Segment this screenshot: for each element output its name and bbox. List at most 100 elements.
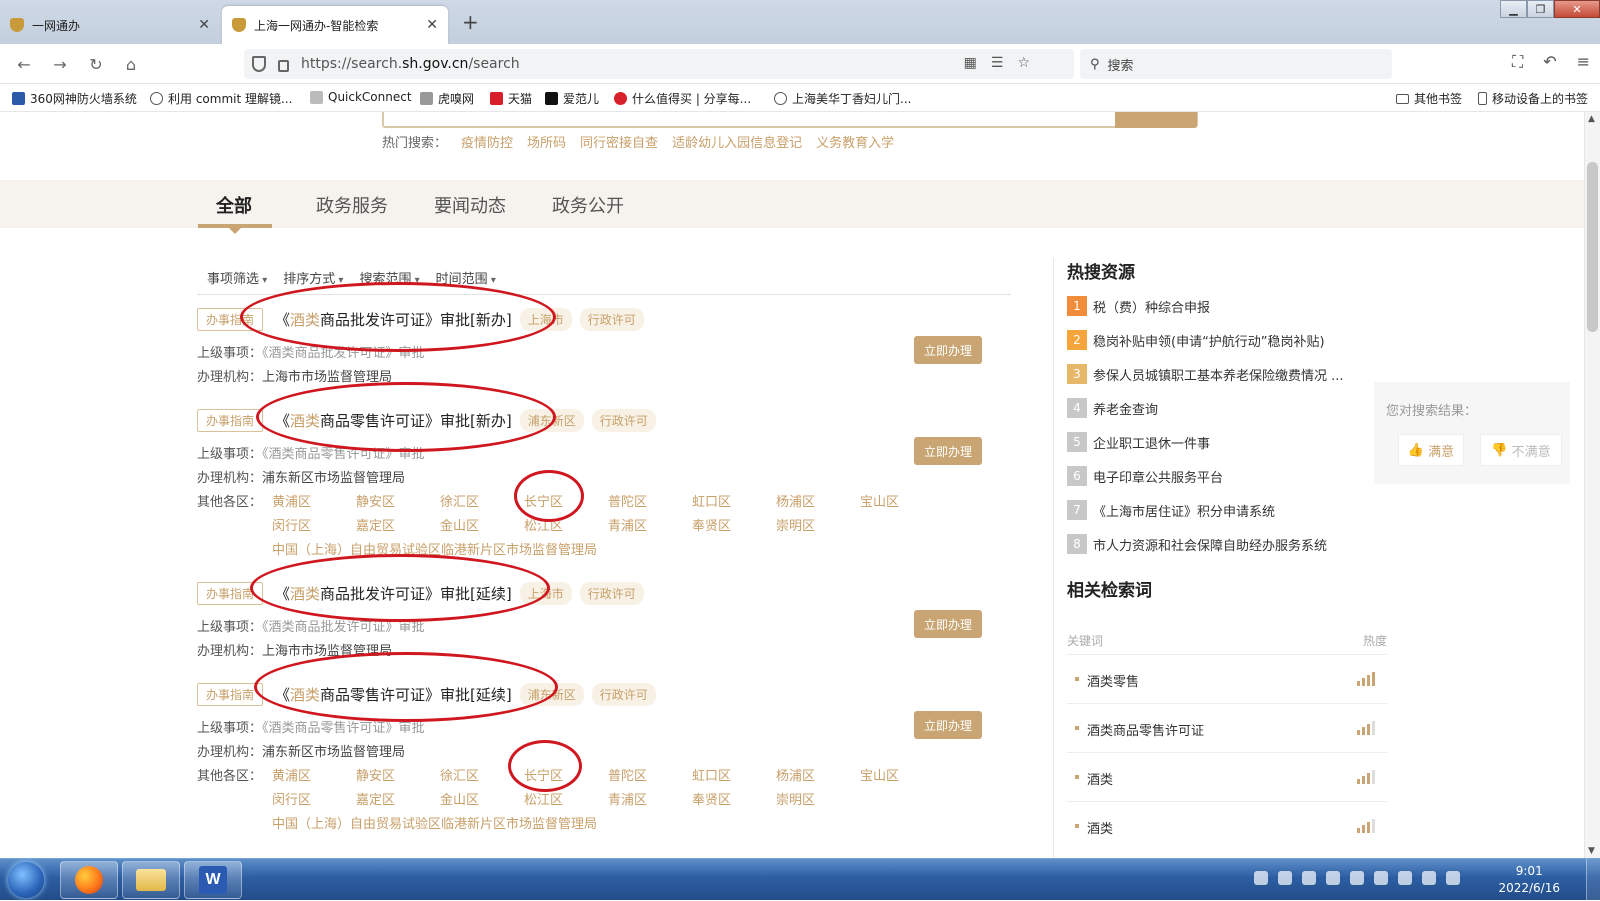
district-link[interactable]: 宝山区: [860, 491, 899, 510]
bookmark-item[interactable]: QuickConnect: [310, 90, 412, 104]
apply-now-button[interactable]: 立即办理: [914, 437, 982, 465]
region-tag[interactable]: 上海市: [519, 307, 572, 331]
filter-time[interactable]: 时间范围: [436, 268, 496, 287]
district-link[interactable]: 杨浦区: [776, 765, 815, 784]
bookmark-item[interactable]: 360网神防火墙系统: [12, 90, 137, 107]
type-tag[interactable]: 行政许可: [579, 581, 644, 605]
tray-icon[interactable]: [1398, 871, 1412, 885]
satisfied-button[interactable]: 👍 满意: [1398, 434, 1464, 466]
start-button[interactable]: [8, 862, 44, 898]
hot-resource-item[interactable]: 3 参保人员城镇职工基本养老保险缴费情况 ...: [1067, 364, 1344, 384]
page-scrollbar[interactable]: ▲ ▼: [1584, 112, 1600, 858]
district-link[interactable]: 崇明区: [776, 515, 815, 534]
lock-icon[interactable]: [278, 60, 289, 72]
hot-resource-item[interactable]: 2 稳岗补贴申领(申请“护航行动”稳岗补贴): [1067, 330, 1325, 350]
taskbar-word[interactable]: W: [184, 861, 242, 899]
district-link[interactable]: 静安区: [356, 491, 395, 510]
filter-item-type[interactable]: 事项筛选: [207, 268, 267, 287]
tray-icon[interactable]: [1278, 871, 1292, 885]
hot-keyword[interactable]: 适龄幼儿入园信息登记: [672, 132, 802, 151]
filter-sort[interactable]: 排序方式: [283, 268, 343, 287]
district-link[interactable]: 闵行区: [272, 789, 311, 808]
district-link-lingang[interactable]: 中国（上海）自由贸易试验区临港新片区市场监督管理局: [272, 539, 597, 558]
bookmark-item[interactable]: 什么值得买 | 分享每...: [614, 90, 751, 107]
district-link[interactable]: 宝山区: [860, 765, 899, 784]
region-tag[interactable]: 浦东新区: [519, 682, 584, 706]
bookmark-item[interactable]: 天猫: [490, 90, 532, 107]
related-term[interactable]: 酒类: [1087, 769, 1113, 788]
related-term-row[interactable]: 酒类: [1067, 752, 1387, 801]
filter-scope[interactable]: 搜索范围: [359, 268, 419, 287]
hot-keyword[interactable]: 同行密接自查: [580, 132, 658, 151]
other-bookmarks[interactable]: 其他书签: [1396, 90, 1462, 107]
hot-resource-item[interactable]: 6 电子印章公共服务平台: [1067, 466, 1223, 486]
back-icon[interactable]: ←: [12, 52, 36, 76]
window-close-icon[interactable]: ✕: [1554, 0, 1600, 18]
related-term-row[interactable]: 酒类: [1067, 801, 1387, 850]
tracking-shield-icon[interactable]: [252, 56, 266, 72]
region-tag[interactable]: 上海市: [519, 581, 572, 605]
tab-gov-services[interactable]: 政务服务: [316, 192, 388, 218]
result-title[interactable]: 《酒类商品批发许可证》审批[新办]: [275, 309, 512, 330]
district-link[interactable]: 长宁区: [524, 491, 563, 510]
district-link[interactable]: 徐汇区: [440, 765, 479, 784]
tab-close-icon[interactable]: ✕: [198, 17, 210, 33]
bookmark-item[interactable]: 虎嗅网: [420, 90, 474, 107]
browser-tab-2-active[interactable]: 上海一网通办-智能检索 ✕: [222, 6, 448, 44]
district-link[interactable]: 嘉定区: [356, 515, 395, 534]
url-text[interactable]: https://search.sh.gov.cn/search: [301, 56, 520, 72]
scroll-down-icon[interactable]: ▼: [1588, 846, 1595, 856]
district-link[interactable]: 金山区: [440, 515, 479, 534]
unsatisfied-button[interactable]: 👎 不满意: [1480, 434, 1562, 466]
result-title[interactable]: 《酒类商品批发许可证》审批[延续]: [275, 583, 512, 604]
district-link[interactable]: 奉贤区: [692, 515, 731, 534]
district-link[interactable]: 闵行区: [272, 515, 311, 534]
result-title[interactable]: 《酒类商品零售许可证》审批[新办]: [275, 410, 512, 431]
taskbar-clock[interactable]: 9:01 2022/6/16: [1498, 863, 1560, 897]
tab-gov-disclosure[interactable]: 政务公开: [552, 192, 624, 218]
volume-icon[interactable]: [1422, 871, 1436, 885]
tab-news[interactable]: 要闻动态: [434, 192, 506, 218]
related-term[interactable]: 酒类零售: [1087, 671, 1139, 690]
hot-keyword[interactable]: 疫情防控: [461, 132, 513, 151]
bookmark-item[interactable]: 上海美华丁香妇儿门...: [774, 90, 911, 107]
type-tag[interactable]: 行政许可: [591, 682, 656, 706]
district-link[interactable]: 嘉定区: [356, 789, 395, 808]
district-link[interactable]: 金山区: [440, 789, 479, 808]
related-term[interactable]: 酒类: [1087, 818, 1113, 837]
apply-now-button[interactable]: 立即办理: [914, 610, 982, 638]
forward-icon[interactable]: →: [48, 52, 72, 76]
district-link[interactable]: 松江区: [524, 515, 563, 534]
district-link[interactable]: 虹口区: [692, 491, 731, 510]
scroll-up-icon[interactable]: ▲: [1588, 114, 1595, 124]
browser-tab-1[interactable]: 一网通办 ✕: [0, 6, 220, 44]
district-link[interactable]: 奉贤区: [692, 789, 731, 808]
district-link-lingang[interactable]: 中国（上海）自由贸易试验区临港新片区市场监督管理局: [272, 813, 597, 832]
district-link[interactable]: 黄浦区: [272, 765, 311, 784]
hot-resource-item[interactable]: 7 《上海市居住证》积分申请系统: [1067, 500, 1275, 520]
taskbar-explorer[interactable]: [122, 861, 180, 899]
reload-icon[interactable]: ↻: [84, 52, 108, 76]
address-bar[interactable]: https://search.sh.gov.cn/search ▦ ☰ ☆: [244, 49, 1074, 79]
menu-icon[interactable]: ≡: [1577, 52, 1590, 72]
hot-resource-item[interactable]: 4 养老金查询: [1067, 398, 1158, 418]
bookmark-star-icon[interactable]: ☆: [1017, 55, 1030, 71]
type-tag[interactable]: 行政许可: [591, 408, 656, 432]
hot-resource-item[interactable]: 1 税（费）种综合申报: [1067, 296, 1210, 316]
hot-resource-item[interactable]: 5 企业职工退休一件事: [1067, 432, 1210, 452]
site-search-button[interactable]: [1115, 112, 1197, 128]
tab-all[interactable]: 全部: [216, 192, 252, 218]
district-link[interactable]: 青浦区: [608, 789, 647, 808]
bookmark-item[interactable]: 利用 commit 理解镜...: [150, 90, 292, 107]
scrollbar-thumb[interactable]: [1587, 162, 1598, 332]
type-tag[interactable]: 行政许可: [579, 307, 644, 331]
tray-icon[interactable]: [1374, 871, 1388, 885]
district-link[interactable]: 普陀区: [608, 491, 647, 510]
hot-keyword[interactable]: 场所码: [527, 132, 566, 151]
district-link[interactable]: 黄浦区: [272, 491, 311, 510]
tab-close-icon[interactable]: ✕: [426, 17, 438, 33]
tray-icon[interactable]: [1254, 871, 1268, 885]
network-icon[interactable]: [1446, 871, 1460, 885]
mobile-bookmarks[interactable]: 移动设备上的书签: [1478, 90, 1588, 107]
bookmark-item[interactable]: 爱范儿: [545, 90, 599, 107]
